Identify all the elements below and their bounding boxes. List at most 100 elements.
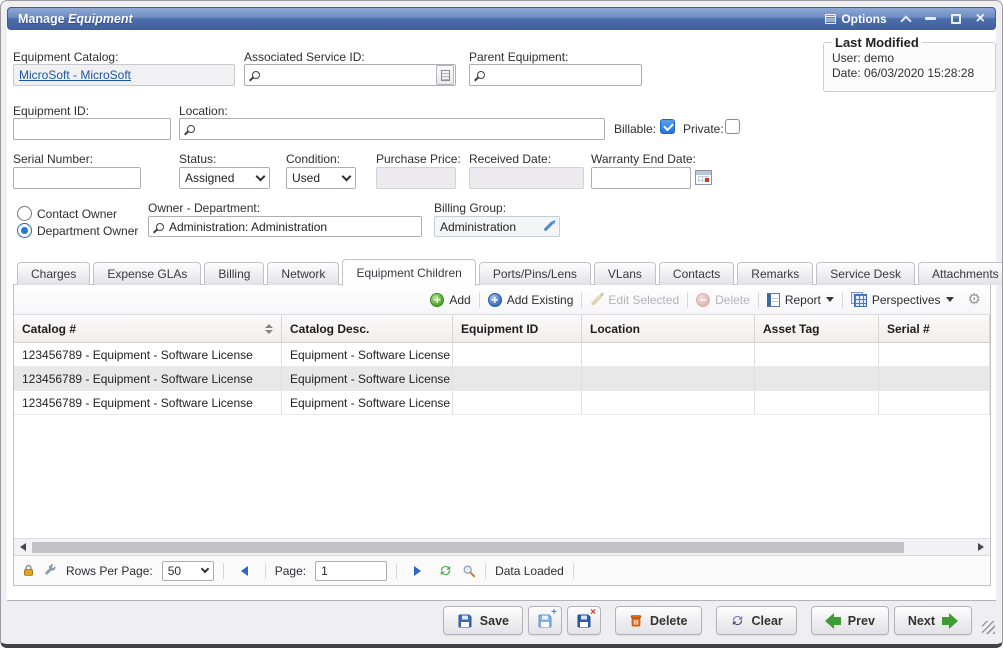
prev-page-icon[interactable]: [241, 566, 248, 576]
clear-label: Clear: [752, 614, 783, 628]
close-icon[interactable]: ×: [976, 14, 985, 24]
perspectives-label: Perspectives: [872, 293, 941, 307]
perspectives-icon: [851, 292, 867, 307]
table-cell: [582, 391, 755, 414]
delete-label: Delete: [715, 293, 750, 307]
table-row[interactable]: 123456789 - Equipment - Software License…: [14, 367, 990, 391]
add-existing-label: Add Existing: [507, 293, 574, 307]
location-label: Location:: [179, 104, 228, 118]
parent-equipment-field[interactable]: [469, 64, 642, 86]
tab-ports-pins-lens[interactable]: Ports/Pins/Lens: [479, 262, 591, 285]
refresh-icon[interactable]: [438, 563, 453, 578]
page-label: Page:: [275, 564, 306, 578]
delete-button[interactable]: Delete: [615, 606, 702, 635]
status-select[interactable]: Assigned: [179, 167, 270, 189]
column-header[interactable]: Asset Tag: [755, 315, 879, 342]
tab-vlans[interactable]: VLans: [594, 262, 656, 285]
tab-bar: ChargesExpense GLAsBillingNetworkEquipme…: [17, 258, 1003, 285]
save-button[interactable]: Save: [443, 606, 523, 635]
perspectives-button[interactable]: Perspectives: [851, 292, 954, 307]
options-button[interactable]: Options: [825, 12, 886, 26]
add-existing-button[interactable]: + Add Existing: [488, 293, 574, 307]
save-close-button[interactable]: ×: [567, 606, 601, 635]
save-new-button[interactable]: +: [528, 606, 562, 635]
condition-label: Condition:: [286, 152, 340, 166]
popout-icon[interactable]: [951, 14, 961, 24]
private-checkbox[interactable]: [725, 119, 740, 134]
tab-remarks[interactable]: Remarks: [737, 262, 813, 285]
table-cell: [582, 367, 755, 390]
billing-group-label: Billing Group:: [434, 201, 506, 215]
gear-icon[interactable]: ⚙: [968, 293, 981, 307]
divider: [265, 563, 266, 579]
tab-expense-glas[interactable]: Expense GLAs: [93, 262, 201, 285]
tab-service-desk[interactable]: Service Desk: [816, 262, 915, 285]
table-row[interactable]: 123456789 - Equipment - Software License…: [14, 391, 990, 415]
equipment-catalog-link[interactable]: MicroSoft - MicroSoft: [19, 68, 131, 82]
search-icon[interactable]: [462, 564, 476, 578]
page-input[interactable]: [315, 561, 387, 581]
options-label: Options: [841, 12, 886, 26]
table-cell: [582, 343, 755, 366]
scroll-right-icon[interactable]: [974, 541, 988, 554]
resize-handle[interactable]: [982, 621, 995, 634]
column-header[interactable]: Catalog #: [14, 315, 282, 342]
scroll-left-icon[interactable]: [16, 541, 30, 554]
edit-pencil-icon[interactable]: [544, 222, 554, 232]
calendar-icon[interactable]: [695, 170, 712, 185]
department-owner-radio[interactable]: [17, 223, 32, 238]
collapse-icon[interactable]: [900, 15, 911, 26]
edit-selected-button[interactable]: Edit Selected: [590, 293, 679, 307]
divider: [581, 292, 582, 308]
prev-button[interactable]: Prev: [811, 606, 889, 635]
arrow-right-icon: [942, 613, 958, 629]
horizontal-scrollbar[interactable]: [14, 538, 990, 555]
delete-row-button[interactable]: − Delete: [696, 293, 750, 307]
table-cell: [755, 343, 879, 366]
column-header[interactable]: Location: [582, 315, 755, 342]
window-titlebar[interactable]: Manage Equipment Options ×: [7, 7, 996, 30]
table-row[interactable]: 123456789 - Equipment - Software License…: [14, 343, 990, 367]
add-button[interactable]: + Add: [430, 293, 470, 307]
wrench-icon[interactable]: [44, 564, 57, 577]
table-cell: Equipment - Software License: [282, 391, 453, 414]
lock-icon[interactable]: [22, 564, 35, 577]
equipment-children-panel: + Add + Add Existing Edit Selected − Del…: [13, 284, 991, 586]
action-bar: Save + × Delete Clear Prev: [443, 606, 972, 635]
equipment-catalog-label: Equipment Catalog:: [13, 50, 118, 64]
last-modified-group: Last Modified User: demo Date: 06/03/202…: [823, 35, 996, 92]
table-cell: [453, 391, 582, 414]
tab-network[interactable]: Network: [267, 262, 339, 285]
options-list-icon: [825, 14, 836, 24]
service-lookup-button[interactable]: [436, 65, 454, 85]
report-button[interactable]: Report: [767, 293, 834, 307]
next-page-icon[interactable]: [414, 566, 421, 576]
column-header[interactable]: Serial #: [879, 315, 990, 342]
equipment-id-input[interactable]: [13, 118, 171, 140]
column-header[interactable]: Catalog Desc.: [282, 315, 453, 342]
tab-billing[interactable]: Billing: [204, 262, 264, 285]
tab-attachments[interactable]: Attachments: [918, 262, 1003, 285]
table-cell: [879, 391, 990, 414]
warranty-end-date-input[interactable]: [591, 167, 691, 189]
serial-number-input[interactable]: [13, 167, 141, 189]
associated-service-id-field[interactable]: [244, 64, 456, 86]
billable-checkbox[interactable]: [660, 119, 675, 134]
sort-icon[interactable]: [265, 324, 273, 334]
contact-owner-radio[interactable]: [17, 206, 32, 221]
owner-department-field[interactable]: Administration: Administration: [148, 216, 422, 237]
delete-label: Delete: [650, 614, 688, 628]
clear-button[interactable]: Clear: [716, 606, 797, 635]
tab-contacts[interactable]: Contacts: [659, 262, 734, 285]
equipment-id-label: Equipment ID:: [13, 104, 89, 118]
condition-select[interactable]: Used: [286, 167, 356, 189]
scrollbar-thumb[interactable]: [32, 542, 904, 553]
next-button[interactable]: Next: [894, 606, 972, 635]
tab-equipment-children[interactable]: Equipment Children: [342, 259, 475, 286]
minimize-icon[interactable]: [925, 17, 936, 20]
rows-per-page-select[interactable]: 50: [162, 561, 214, 581]
billing-group-field[interactable]: Administration: [434, 216, 560, 237]
column-header[interactable]: Equipment ID: [453, 315, 582, 342]
tab-charges[interactable]: Charges: [17, 262, 90, 285]
location-field[interactable]: [179, 118, 605, 140]
